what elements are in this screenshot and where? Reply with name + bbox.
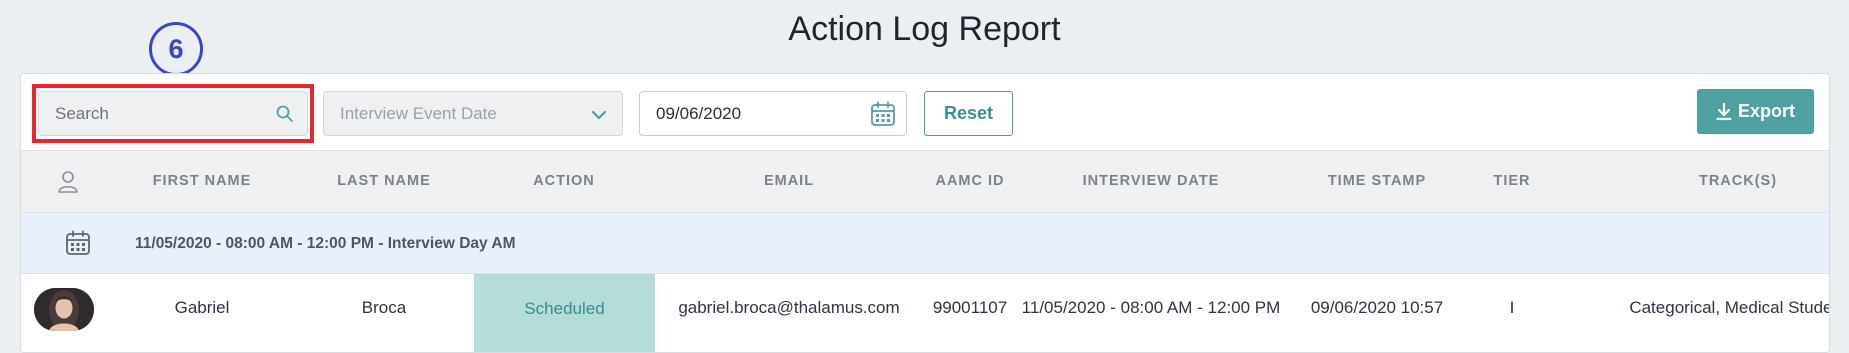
dropdown-label: Interview Event Date bbox=[340, 104, 497, 123]
table-row[interactable]: Gabriel Broca Scheduled gabriel.broca@th… bbox=[21, 274, 1830, 352]
column-header-interview-date[interactable]: INTERVIEW DATE bbox=[1083, 173, 1220, 189]
cell-action-status: Scheduled bbox=[474, 274, 655, 352]
download-icon bbox=[1716, 102, 1732, 120]
page-title: Action Log Report bbox=[788, 10, 1061, 48]
cell-time-stamp: 09/06/2020 10:57 bbox=[1310, 298, 1444, 317]
column-header-aamc-id[interactable]: AAMC ID bbox=[935, 173, 1004, 189]
person-icon bbox=[58, 171, 78, 193]
date-picker-field[interactable]: 09/06/2020 bbox=[639, 91, 907, 136]
search-highlight-annotation bbox=[32, 84, 314, 143]
cell-tier: I bbox=[1509, 298, 1515, 317]
column-header-action[interactable]: ACTION bbox=[533, 173, 595, 189]
cell-interview-date: 11/05/2020 - 08:00 AM - 12:00 PM bbox=[1021, 298, 1281, 317]
cell-tracks: Categorical, Medical Student bbox=[1629, 298, 1830, 317]
interview-event-date-dropdown[interactable]: Interview Event Date bbox=[323, 91, 623, 136]
column-header-email[interactable]: EMAIL bbox=[764, 173, 814, 189]
calendar-icon[interactable] bbox=[870, 101, 896, 127]
column-header-first-name[interactable]: FIRST NAME bbox=[153, 173, 252, 189]
column-header-tracks[interactable]: TRACK(S) bbox=[1699, 173, 1777, 189]
date-value: 09/06/2020 bbox=[656, 104, 742, 123]
table-header: FIRST NAME LAST NAME ACTION EMAIL AAMC I… bbox=[21, 150, 1829, 213]
column-header-tier[interactable]: TIER bbox=[1493, 173, 1530, 189]
cell-first-name: Gabriel bbox=[174, 298, 230, 317]
calendar-icon bbox=[66, 230, 90, 255]
cell-email: gabriel.broca@thalamus.com bbox=[678, 298, 900, 317]
filter-toolbar: Interview Event Date 09/06/2020 Reset bbox=[21, 74, 1829, 150]
report-panel: Interview Event Date 09/06/2020 Reset bbox=[20, 73, 1830, 353]
step-number-badge: 6 bbox=[149, 22, 203, 76]
column-header-last-name[interactable]: LAST NAME bbox=[337, 173, 431, 189]
reset-button[interactable]: Reset bbox=[924, 91, 1013, 136]
group-label: 11/05/2020 - 08:00 AM - 12:00 PM - Inter… bbox=[135, 235, 516, 252]
column-header-time-stamp[interactable]: TIME STAMP bbox=[1328, 173, 1426, 189]
cell-last-name: Broca bbox=[361, 298, 407, 317]
avatar bbox=[34, 288, 94, 331]
chevron-down-icon bbox=[591, 110, 607, 120]
export-label: Export bbox=[1737, 101, 1795, 121]
export-button[interactable]: Export bbox=[1697, 89, 1814, 134]
group-row-interview-event: 11/05/2020 - 08:00 AM - 12:00 PM - Inter… bbox=[21, 213, 1829, 274]
cell-aamc-id: 99001107 bbox=[932, 298, 1008, 317]
